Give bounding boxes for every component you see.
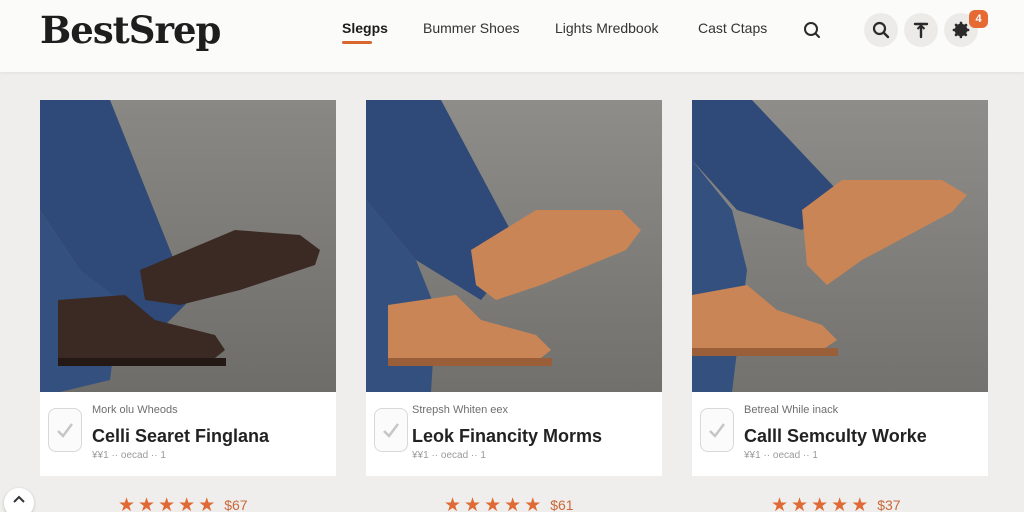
upload-button[interactable] <box>904 13 938 47</box>
product-photo <box>366 100 662 392</box>
checkmark-icon <box>383 423 399 438</box>
product-meta: ¥¥1 ·· oecad ·· 1 <box>744 450 818 461</box>
product-rating: ★ ★ ★ ★ ★ $37 <box>771 494 901 512</box>
star-icon: ★ <box>504 494 522 512</box>
site-logo[interactable]: BestSrep <box>40 8 221 52</box>
product-card[interactable]: Mork olu Wheods Celli Searet Finglana ¥¥… <box>40 100 336 476</box>
product-name[interactable]: Celli Searet Finglana <box>92 426 269 447</box>
chevron-up-icon <box>13 495 25 503</box>
product-info: Betreal While inack Calll Semculty Worke… <box>692 392 988 476</box>
star-icon: ★ <box>484 494 502 512</box>
star-icon: ★ <box>464 494 482 512</box>
compare-checkbox[interactable] <box>48 408 82 452</box>
product-price: $37 <box>877 497 901 512</box>
product-subtitle: Mork olu Wheods <box>92 404 178 416</box>
product-name[interactable]: Leok Financity Morms <box>412 426 602 447</box>
star-icon: ★ <box>444 494 462 512</box>
product-meta: ¥¥1 ·· oecad ·· 1 <box>412 450 486 461</box>
search-icon <box>872 21 890 39</box>
star-icon: ★ <box>178 494 196 512</box>
star-icon: ★ <box>791 494 809 512</box>
product-rating: ★ ★ ★ ★ ★ $61 <box>444 494 574 512</box>
star-icon: ★ <box>831 494 849 512</box>
star-icon: ★ <box>851 494 869 512</box>
scroll-up-button[interactable] <box>4 488 34 512</box>
product-subtitle: Betreal While inack <box>744 404 839 416</box>
product-name[interactable]: Calll Semculty Worke <box>744 426 927 447</box>
checkmark-icon <box>57 423 73 438</box>
star-icon: ★ <box>118 494 136 512</box>
star-icon: ★ <box>524 494 542 512</box>
upload-icon <box>913 22 929 39</box>
product-meta: ¥¥1 ·· oecad ·· 1 <box>92 450 166 461</box>
nav-item-cast-ctaps[interactable]: Cast Ctaps <box>698 20 767 36</box>
product-photo <box>40 100 336 392</box>
star-icon: ★ <box>158 494 176 512</box>
nav-item-lights-mredbook[interactable]: Lights Mredbook <box>555 20 659 36</box>
checkmark-icon <box>709 423 725 438</box>
star-icon: ★ <box>771 494 789 512</box>
compare-checkbox[interactable] <box>374 408 408 452</box>
product-info: Mork olu Wheods Celli Searet Finglana ¥¥… <box>40 392 336 476</box>
product-price: $67 <box>224 497 248 512</box>
star-icon: ★ <box>138 494 156 512</box>
product-photo <box>692 100 988 392</box>
product-rating: ★ ★ ★ ★ ★ $67 <box>118 494 248 512</box>
star-icon: ★ <box>198 494 216 512</box>
product-info: Strepsh Whiten eex Leok Financity Morms … <box>366 392 662 476</box>
nav-item-slegps[interactable]: Slegps <box>342 20 388 36</box>
nav-item-bummer-shoes[interactable]: Bummer Shoes <box>423 20 519 36</box>
product-card[interactable]: Strepsh Whiten eex Leok Financity Morms … <box>366 100 662 476</box>
product-card[interactable]: Betreal While inack Calll Semculty Worke… <box>692 100 988 476</box>
site-header: BestSrep Slegps Bummer Shoes Lights Mred… <box>0 0 1024 72</box>
star-icon: ★ <box>811 494 829 512</box>
compare-checkbox[interactable] <box>700 408 734 452</box>
search-icon <box>804 22 820 38</box>
product-price: $61 <box>550 497 574 512</box>
active-nav-indicator <box>342 41 372 44</box>
search-button[interactable] <box>795 13 829 47</box>
notification-badge: 4 <box>969 10 988 28</box>
search-round-button[interactable] <box>864 13 898 47</box>
product-subtitle: Strepsh Whiten eex <box>412 404 508 416</box>
